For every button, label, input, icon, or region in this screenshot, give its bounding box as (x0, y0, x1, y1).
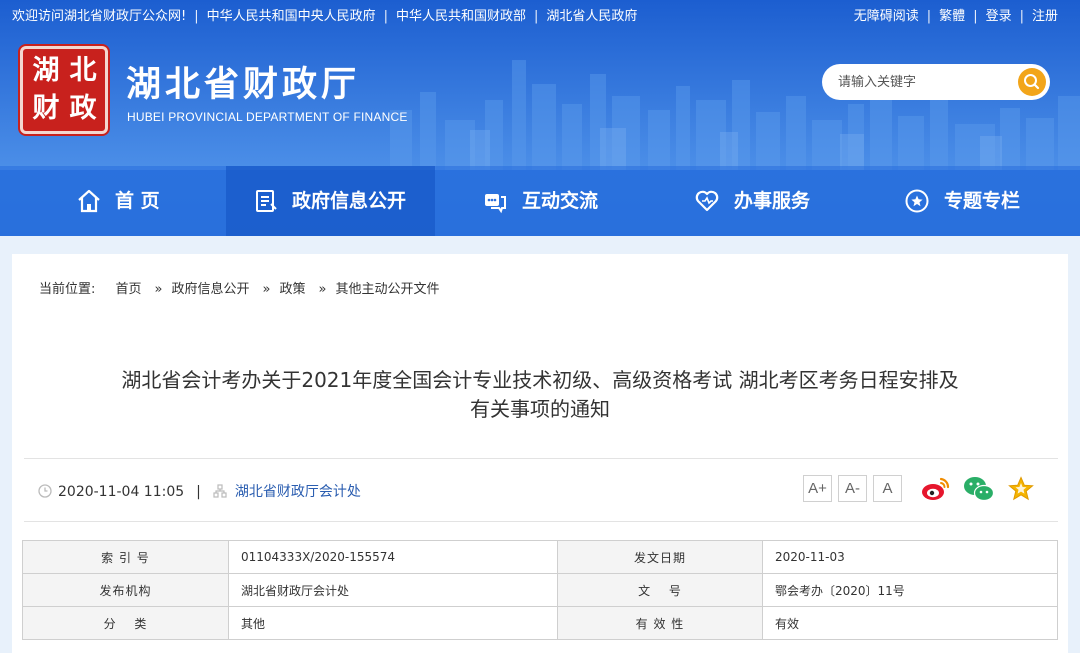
breadcrumb-gov-info[interactable]: 政府信息公开 (172, 282, 250, 297)
table-value: 湖北省财政厅会计处 (228, 573, 558, 607)
table-value: 鄂会考办〔2020〕11号 (762, 573, 1058, 607)
logo-seal[interactable]: 湖 北 财 政 (20, 46, 108, 134)
top-bar: 欢迎访问湖北省财政厅公众网! | 中华人民共和国中央人民政府 | 中华人民共和国财政部 |… (0, 0, 1080, 34)
nav-services[interactable]: 办事服务 (684, 166, 864, 236)
nav-gov-info-label: 政府信息公开 (292, 190, 407, 212)
search-button[interactable] (1018, 68, 1046, 96)
table-key: 文 号 (557, 573, 763, 607)
breadcrumb-prefix: 当前位置: (39, 282, 96, 297)
breadcrumb: 当前位置: 首页 » 政府信息公开 » 政策 » 其他主动公开文件 (39, 278, 444, 297)
nav-services-label: 办事服务 (734, 190, 811, 212)
accessibility-link[interactable]: 无障碍阅读 (854, 9, 919, 24)
table-value: 有效 (762, 606, 1058, 640)
font-size-increase-button[interactable]: A+ (803, 475, 832, 502)
nav-home-label: 首 页 (115, 190, 160, 212)
divider (24, 521, 1058, 522)
table-row: 分 类 其他 有 效 性 有效 (22, 606, 1058, 640)
breadcrumb-home[interactable]: 首页 (116, 282, 142, 297)
breadcrumb-current[interactable]: 其他主动公开文件 (335, 282, 439, 297)
table-key: 有 效 性 (557, 606, 763, 640)
site-title[interactable]: 湖北省财政厅 (126, 56, 360, 107)
favorite-star-icon[interactable] (1007, 475, 1035, 503)
breadcrumb-separator: » (154, 282, 163, 297)
chat-icon (485, 194, 506, 214)
nav-home[interactable]: 首 页 (56, 166, 226, 236)
welcome-link[interactable]: 欢迎访问湖北省财政厅公众网! (12, 9, 186, 24)
wechat-icon[interactable] (963, 474, 995, 504)
nav-gov-info[interactable]: 政府信息公开 (226, 166, 435, 236)
table-row: 发布机构 湖北省财政厅会计处 文 号 鄂会考办〔2020〕11号 (22, 573, 1058, 607)
divider (24, 458, 1058, 459)
nav-interaction[interactable]: 互动交流 (472, 166, 652, 236)
table-key: 索 引 号 (22, 540, 229, 574)
table-value: 其他 (228, 606, 558, 640)
weibo-icon[interactable] (920, 475, 952, 503)
heart-icon (695, 190, 719, 212)
publish-datetime: 2020-11-04 11:05 (58, 484, 185, 500)
document-info-table: 索 引 号 01104333X/2020-155574 发文日期 2020-11… (22, 540, 1058, 640)
article-title-line: 有关事项的通知 (470, 397, 610, 421)
table-value: 2020-11-03 (762, 540, 1058, 574)
seal-char: 财 (32, 93, 60, 124)
main-nav: 首 页 政府信息公开 互动交流 办事服务 专题专栏 (0, 166, 1080, 236)
hubei-gov-link[interactable]: 湖北省人民政府 (546, 9, 637, 24)
site-subtitle: HUBEI PROVINCIAL DEPARTMENT OF FINANCE (127, 110, 408, 124)
register-link[interactable]: 注册 (1032, 9, 1058, 24)
table-key: 发布机构 (22, 573, 229, 607)
seal-char: 北 (69, 55, 97, 86)
table-row: 索 引 号 01104333X/2020-155574 发文日期 2020-11… (22, 540, 1058, 574)
article-title: 湖北省会计考办关于2021年度全国会计专业技术初级、高级资格考试 湖北考区考务日… (72, 366, 1008, 424)
table-key: 发文日期 (557, 540, 763, 574)
top-links-right: 无障碍阅读 | 繁體 | 登录 | 注册 (853, 9, 1058, 24)
seal-char: 湖 (32, 55, 60, 86)
search-input[interactable] (838, 64, 1018, 100)
breadcrumb-separator: » (318, 282, 327, 297)
search-icon (1024, 74, 1040, 90)
star-circle-icon (905, 189, 929, 213)
organization-icon (213, 484, 227, 498)
breadcrumb-separator: » (262, 282, 271, 297)
table-key: 分 类 (22, 606, 229, 640)
seal-char: 政 (69, 93, 97, 124)
search-box (822, 64, 1050, 100)
font-size-decrease-button[interactable]: A- (838, 475, 867, 502)
content-card: 当前位置: 首页 » 政府信息公开 » 政策 » 其他主动公开文件 湖北省会计考办关于202… (12, 254, 1068, 653)
login-link[interactable]: 登录 (986, 9, 1012, 24)
document-icon (256, 190, 277, 212)
article-source[interactable]: 湖北省财政厅会计处 (235, 484, 361, 500)
meta-divider: | (196, 484, 201, 500)
central-gov-link[interactable]: 中华人民共和国中央人民政府 (207, 9, 376, 24)
site-header: 欢迎访问湖北省财政厅公众网! | 中华人民共和国中央人民政府 | 中华人民共和国财政部 |… (0, 0, 1080, 236)
nav-topics[interactable]: 专题专栏 (894, 166, 1064, 236)
mof-link[interactable]: 中华人民共和国财政部 (396, 9, 526, 24)
top-links-left: 欢迎访问湖北省财政厅公众网! | 中华人民共和国中央人民政府 | 中华人民共和国财政部 |… (12, 9, 638, 24)
article-title-line: 湖北省会计考办关于2021年度全国会计专业技术初级、高级资格考试 湖北考区考务日… (121, 368, 959, 392)
traditional-chinese-link[interactable]: 繁體 (939, 9, 965, 24)
nav-topics-label: 专题专栏 (944, 190, 1021, 212)
breadcrumb-policy[interactable]: 政策 (280, 282, 306, 297)
font-size-reset-button[interactable]: A (873, 475, 902, 502)
article-meta: 2020-11-04 11:05 | 湖北省财政厅会计处 (38, 481, 361, 501)
table-value: 01104333X/2020-155574 (228, 540, 558, 574)
clock-icon (38, 484, 52, 498)
nav-interaction-label: 互动交流 (522, 190, 599, 212)
home-icon (78, 189, 100, 213)
